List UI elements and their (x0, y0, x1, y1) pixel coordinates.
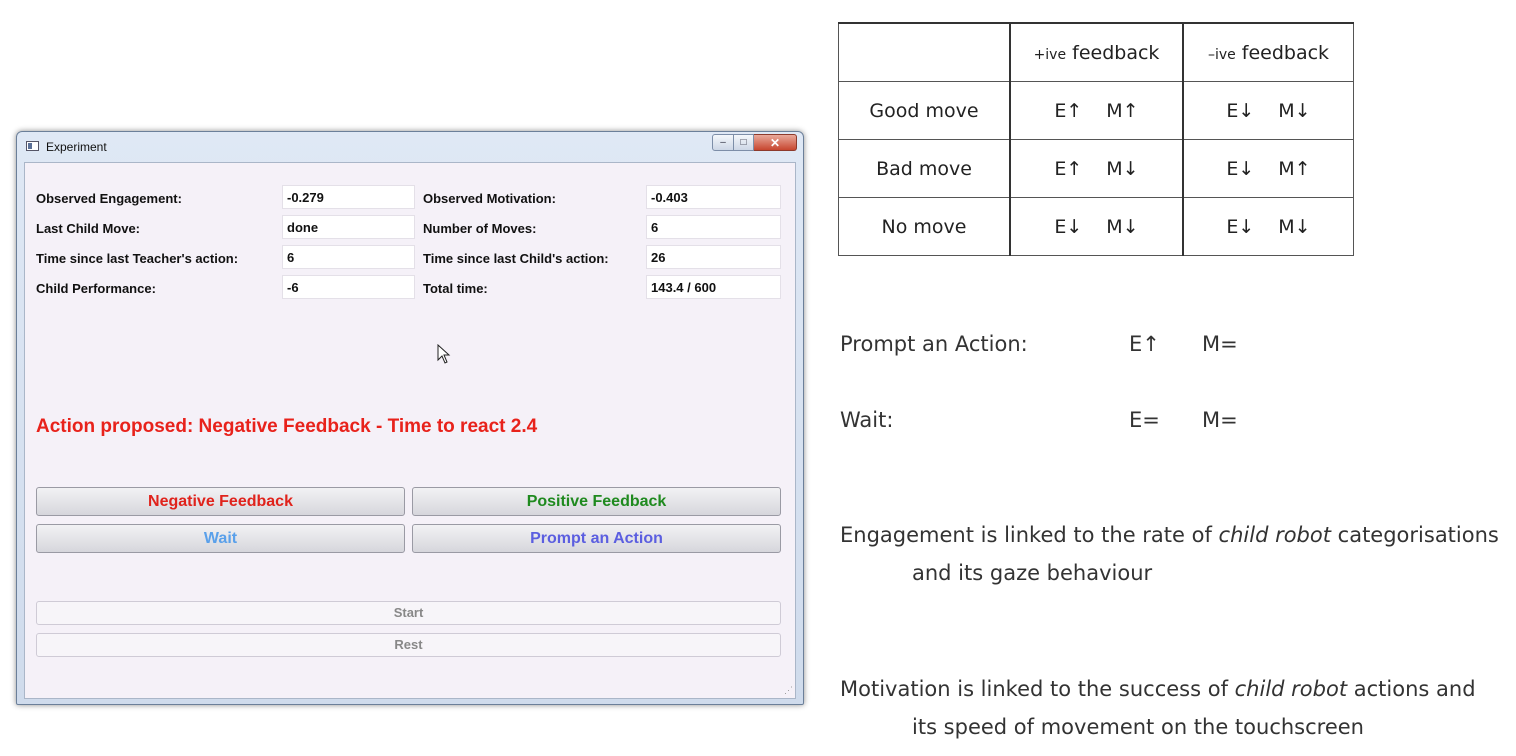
table-cell: E↓ M↓ (1182, 197, 1354, 256)
engagement-effect: E↓ (1226, 99, 1255, 122)
window-title: Experiment (46, 140, 107, 154)
engagement-note-emphasis: child robot (1218, 523, 1331, 547)
prompt-motivation-effect: M= (1202, 332, 1238, 356)
motivation-note-text-end: actions and (1347, 677, 1476, 701)
resize-grip[interactable]: ⋰ (784, 685, 793, 696)
title-bar[interactable]: Experiment – □ ✕ (17, 132, 803, 162)
motivation-effect: M↓ (1278, 99, 1311, 122)
experiment-window: Experiment – □ ✕ Observed Engagement: -0… (16, 131, 804, 705)
close-button[interactable]: ✕ (754, 134, 797, 151)
table-cell: E↓ M↓ (1182, 81, 1354, 140)
total-time-field[interactable]: 143.4 / 600 (646, 275, 781, 299)
rest-button[interactable]: Rest (36, 633, 781, 657)
row-label: Bad move (838, 139, 1011, 198)
row-label: No move (838, 197, 1011, 256)
time-since-child-action-field[interactable]: 26 (646, 245, 781, 269)
mouse-pointer-icon (437, 344, 451, 364)
motivation-note-emphasis: child robot (1234, 677, 1348, 701)
engagement-effect: E↓ (1226, 215, 1255, 238)
app-window-icon (26, 141, 39, 151)
negative-header-word: feedback (1241, 41, 1330, 64)
minimize-button[interactable]: – (712, 134, 734, 151)
child-performance-field[interactable]: -6 (282, 275, 415, 299)
engagement-effect: E↑ (1054, 99, 1083, 122)
negative-sign-text: –ive (1207, 46, 1236, 63)
engagement-note-line2: and its gaze behaviour (912, 561, 1153, 585)
last-child-move-field[interactable]: done (282, 215, 415, 239)
engagement-effect: E↓ (1054, 215, 1083, 238)
table-cell: E↑ M↑ (1009, 81, 1184, 140)
engagement-note-text-end: categorisations (1330, 523, 1499, 547)
engagement-effect: E↓ (1226, 157, 1255, 180)
engagement-note: Engagement is linked to the rate of chil… (840, 516, 1499, 592)
motivation-note: Motivation is linked to the success of c… (840, 670, 1476, 746)
row-label: Good move (838, 81, 1011, 140)
prompt-engagement-effect: E↑ (1129, 332, 1160, 356)
table-row: Bad move E↑ M↓ E↓ M↑ (838, 139, 1354, 198)
engagement-note-text: Engagement is linked to the rate of (840, 523, 1219, 547)
feedback-effect-table: +ive feedback –ive feedback Good move E↑… (838, 22, 1354, 256)
motivation-effect: M↓ (1106, 157, 1139, 180)
table-cell: E↑ M↓ (1009, 139, 1184, 198)
table-row: Good move E↑ M↑ E↓ M↓ (838, 81, 1354, 140)
time-since-teacher-action-label: Time since last Teacher's action: (36, 251, 239, 266)
table-cell: E↓ M↑ (1182, 139, 1354, 198)
negative-feedback-button[interactable]: Negative Feedback (36, 487, 405, 516)
table-header-empty (838, 22, 1011, 82)
observed-engagement-label: Observed Engagement: (36, 191, 182, 206)
maximize-button[interactable]: □ (734, 134, 754, 151)
positive-feedback-button[interactable]: Positive Feedback (412, 487, 781, 516)
number-of-moves-label: Number of Moves: (423, 221, 537, 236)
motivation-effect: M↓ (1278, 215, 1311, 238)
prompt-action-label: Prompt an Action: (840, 332, 1028, 356)
prompt-action-button[interactable]: Prompt an Action (412, 524, 781, 553)
negative-feedback-header: –ive feedback (1182, 22, 1354, 82)
motivation-effect: M↓ (1106, 215, 1139, 238)
motivation-effect: M↑ (1278, 157, 1311, 180)
start-button[interactable]: Start (36, 601, 781, 625)
time-since-child-action-label: Time since last Child's action: (423, 251, 609, 266)
observed-motivation-label: Observed Motivation: (423, 191, 556, 206)
last-child-move-label: Last Child Move: (36, 221, 141, 236)
wait-motivation-effect: M= (1202, 408, 1238, 432)
table-cell: E↓ M↓ (1009, 197, 1184, 256)
positive-sign-text: +ive (1033, 46, 1067, 63)
motivation-note-text: Motivation is linked to the success of (840, 677, 1235, 701)
client-area: Observed Engagement: -0.279 Observed Mot… (24, 162, 796, 699)
positive-feedback-header: +ive feedback (1009, 22, 1184, 82)
table-header-row: +ive feedback –ive feedback (838, 22, 1354, 82)
total-time-label: Total time: (423, 281, 488, 296)
wait-label: Wait: (840, 408, 894, 432)
child-performance-label: Child Performance: (36, 281, 156, 296)
engagement-effect: E↑ (1054, 157, 1083, 180)
wait-engagement-effect: E= (1129, 408, 1160, 432)
wait-button[interactable]: Wait (36, 524, 405, 553)
positive-header-word: feedback (1072, 41, 1160, 64)
motivation-effect: M↑ (1106, 99, 1139, 122)
observed-motivation-field[interactable]: -0.403 (646, 185, 781, 209)
observed-engagement-field[interactable]: -0.279 (282, 185, 415, 209)
table-row: No move E↓ M↓ E↓ M↓ (838, 197, 1354, 256)
number-of-moves-field[interactable]: 6 (646, 215, 781, 239)
time-since-teacher-action-field[interactable]: 6 (282, 245, 415, 269)
action-proposed-text: Action proposed: Negative Feedback - Tim… (36, 416, 538, 437)
motivation-note-line2: its speed of movement on the touchscreen (912, 715, 1364, 739)
